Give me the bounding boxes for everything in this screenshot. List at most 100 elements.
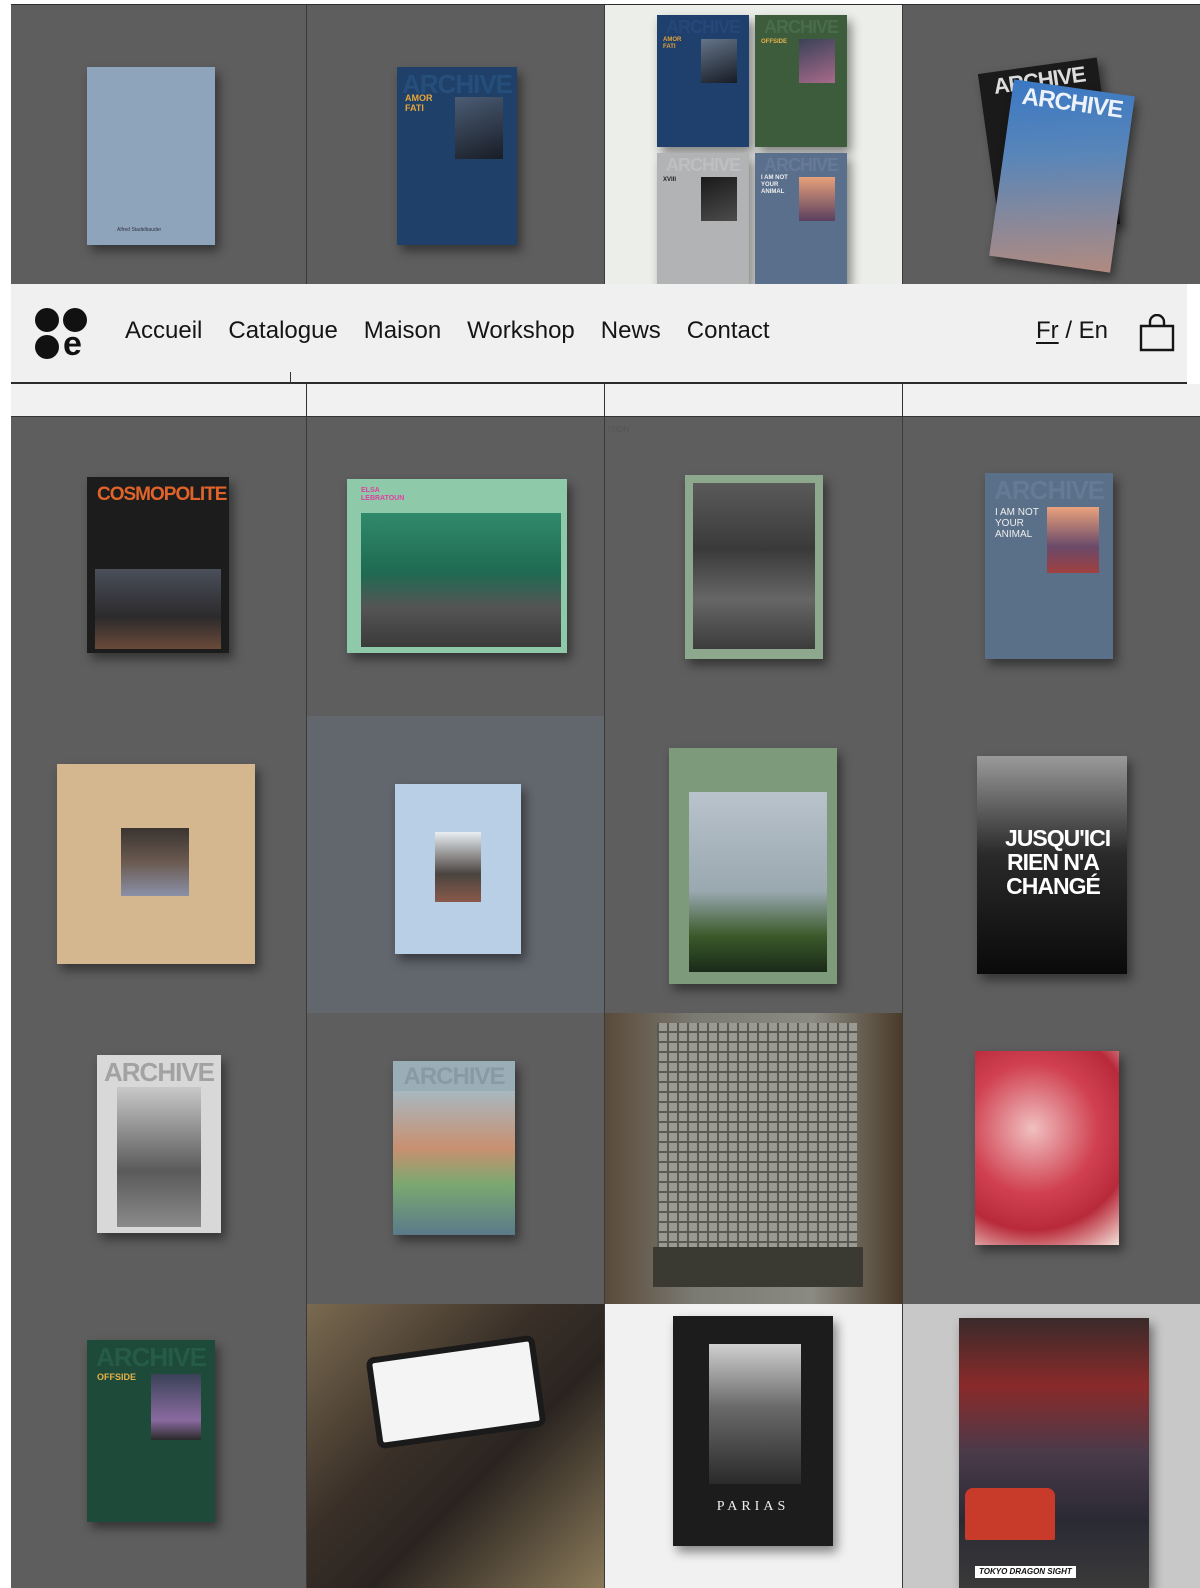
- product-tile[interactable]: [605, 1013, 903, 1304]
- cart-wheels: [653, 1247, 863, 1287]
- book-cover: [975, 1051, 1119, 1245]
- book-title: ELSA LEBRATOUN: [361, 487, 405, 502]
- top-navbar: e Accueil Catalogue Maison Workshop News…: [11, 284, 1187, 384]
- book-cover: PARIAS: [673, 1316, 833, 1546]
- book-cover: ARCHIVE: [393, 1061, 515, 1235]
- book-cover: ARCHIVE: [989, 79, 1135, 273]
- book-photo: [393, 1091, 515, 1235]
- book-photo: [151, 1374, 201, 1440]
- strip-cell: [903, 384, 1200, 416]
- book-title: OFFSIDE: [761, 39, 788, 45]
- product-tile[interactable]: ARCHIVE AMOR FATI ARCHIVE OFFSIDE ARCHIV…: [605, 5, 903, 284]
- product-row-4: ARCHIVE ARCHIVE: [11, 1013, 1200, 1304]
- strip-cell: [605, 384, 903, 416]
- taxi-photo: [965, 1488, 1055, 1540]
- product-tile[interactable]: TOKYO DRAGON SIGHT: [903, 1304, 1200, 1588]
- book-title: TOKYO DRAGON SIGHT: [975, 1566, 1076, 1578]
- main-nav: Accueil Catalogue Maison Workshop News C…: [125, 317, 770, 345]
- book-photo: [455, 97, 503, 159]
- partial-caption: ITION: [608, 425, 630, 434]
- product-tile[interactable]: [605, 417, 903, 716]
- nav-item-news[interactable]: News: [601, 317, 661, 345]
- book-masthead: ARCHIVE: [103, 1057, 215, 1087]
- book-cover: ARCHIVE I AM NOT YOUR ANIMAL: [985, 473, 1113, 659]
- product-tile[interactable]: ARCHIVE: [11, 1013, 307, 1304]
- book-masthead: ARCHIVE: [665, 155, 741, 175]
- book-title: I AM NOT YOUR ANIMAL: [995, 507, 1039, 540]
- book-photo: [709, 1344, 801, 1484]
- shopping-bag-icon[interactable]: [1139, 314, 1175, 352]
- product-tile[interactable]: PARIAS: [605, 1304, 903, 1588]
- book-masthead: ARCHIVE: [403, 1063, 505, 1090]
- warehouse-cage-photo: [657, 1023, 857, 1253]
- lang-en[interactable]: En: [1079, 317, 1108, 344]
- book-photo: [121, 828, 189, 896]
- nav-item-maison[interactable]: Maison: [364, 317, 441, 345]
- book-cover: ARCHIVE AMOR FATI: [657, 15, 749, 147]
- book-title: OFFSIDE: [97, 1372, 137, 1382]
- book-title: COSMOPOLITE: [97, 484, 227, 505]
- book-title: AMOR FATI: [405, 93, 433, 113]
- book-title: JUSQU'ICI RIEN N'A CHANGÉ: [1005, 825, 1111, 899]
- strip-cell: [307, 384, 605, 416]
- product-tile[interactable]: [307, 1304, 605, 1588]
- book-title: I AM NOT YOUR ANIMAL: [761, 175, 788, 195]
- book-cover: [395, 784, 521, 954]
- book-cover: [57, 764, 255, 964]
- nav-item-contact[interactable]: Contact: [687, 317, 770, 345]
- nav-item-accueil[interactable]: Accueil: [125, 317, 202, 345]
- language-switcher: Fr / En: [1036, 317, 1108, 345]
- partial-row-strip: [11, 384, 1200, 417]
- book-cover: TOKYO DRAGON SIGHT: [959, 1318, 1149, 1588]
- book-cover: ARCHIVE AMOR FATI: [397, 67, 517, 245]
- product-tile[interactable]: [605, 716, 903, 1013]
- product-row-1: Alfred Stadelbauder ARCHIVE AMOR FATI AR…: [11, 4, 1200, 284]
- book-photo: [693, 483, 815, 649]
- product-tile[interactable]: JUSQU'ICI RIEN N'A CHANGÉ: [903, 716, 1200, 1013]
- lang-fr[interactable]: Fr: [1036, 317, 1059, 344]
- book-cover: JUSQU'ICI RIEN N'A CHANGÉ: [977, 756, 1127, 974]
- book-author: Alfred Stadelbauder: [117, 227, 162, 233]
- tablet-sketch-photo: [365, 1334, 547, 1450]
- product-tile[interactable]: Alfred Stadelbauder: [11, 5, 307, 284]
- logo-e-glyph: e: [63, 325, 82, 363]
- book-cover: COSMOPOLITE: [87, 477, 229, 653]
- nav-item-catalogue[interactable]: Catalogue: [228, 317, 337, 345]
- book-photo: [701, 177, 737, 221]
- product-row-2: COSMOPOLITE ELSA LEBRATOUN ARCHIVE I AM …: [11, 417, 1200, 716]
- product-tile[interactable]: [11, 716, 307, 1013]
- book-cover: ARCHIVE I AM NOT YOUR ANIMAL: [755, 153, 847, 284]
- brand-logo[interactable]: e: [35, 308, 89, 363]
- book-masthead: ARCHIVE: [1020, 82, 1125, 124]
- product-tile[interactable]: [307, 716, 605, 1013]
- book-photo: [1047, 507, 1099, 573]
- book-title: XVIII: [663, 177, 677, 183]
- product-tile[interactable]: ARCHIVE OFFSIDE: [11, 1304, 307, 1588]
- book-masthead: ARCHIVE: [993, 475, 1105, 505]
- book-cover: ARCHIVE OFFSIDE: [87, 1340, 215, 1522]
- product-tile[interactable]: ARCHIVE AMOR FATI: [307, 5, 605, 284]
- book-masthead: ARCHIVE: [95, 1342, 207, 1372]
- book-title: PARIAS: [716, 1499, 790, 1514]
- product-tile[interactable]: ELSA LEBRATOUN: [307, 417, 605, 716]
- book-cover: ARCHIVE OFFSIDE: [755, 15, 847, 147]
- product-tile[interactable]: COSMOPOLITE: [11, 417, 307, 716]
- book-masthead: ARCHIVE: [665, 17, 741, 37]
- book-photo: [799, 39, 835, 83]
- strip-cell: [11, 384, 307, 416]
- book-photo: [361, 513, 561, 647]
- product-tile[interactable]: ARCHIVE I AM NOT YOUR ANIMAL: [903, 417, 1200, 716]
- book-cover: Alfred Stadelbauder: [87, 67, 215, 245]
- book-cover: ELSA LEBRATOUN: [347, 479, 567, 653]
- product-tile[interactable]: ARCHIVE: [307, 1013, 605, 1304]
- product-tile[interactable]: ARCHIVE ARCHIVE: [903, 5, 1200, 284]
- lang-separator: /: [1058, 317, 1079, 344]
- nav-item-workshop[interactable]: Workshop: [467, 317, 575, 345]
- product-tile[interactable]: [903, 1013, 1200, 1304]
- book-photo: [689, 792, 827, 972]
- book-photo: [95, 569, 221, 649]
- book-title: AMOR FATI: [663, 37, 682, 50]
- book-cover: [669, 748, 837, 984]
- book-photo: [435, 832, 481, 902]
- book-masthead: ARCHIVE: [763, 155, 839, 175]
